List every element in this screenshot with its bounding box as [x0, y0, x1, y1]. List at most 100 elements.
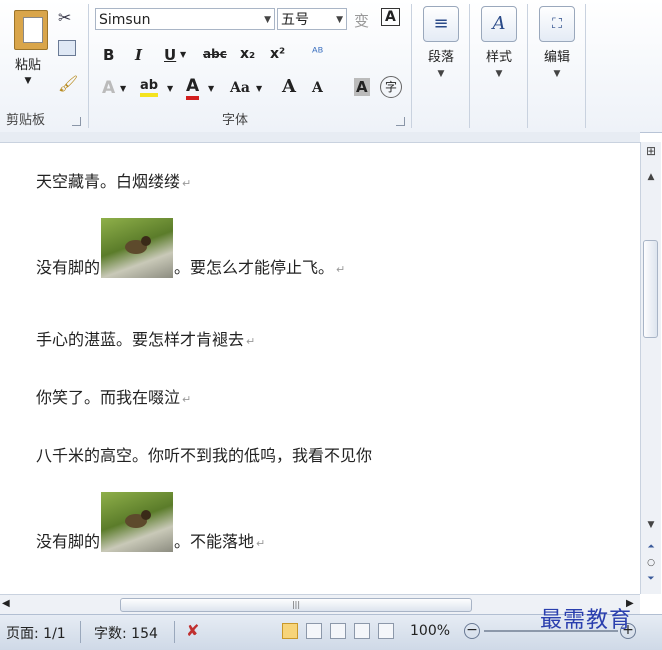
- subscript-button[interactable]: x₂: [240, 46, 255, 62]
- group-divider: [469, 4, 470, 128]
- status-divider: [174, 621, 175, 643]
- scroll-up-button[interactable]: ▲: [643, 170, 659, 184]
- paste-icon: [14, 10, 48, 50]
- editing-label: 编辑: [543, 50, 570, 65]
- styles-icon: A: [481, 6, 517, 42]
- font-name-combo[interactable]: Simsun ▼: [95, 8, 275, 30]
- document-paragraph[interactable]: 八千米的高空。你听不到我的低呜，我看不见你: [36, 442, 412, 466]
- paragraph-mark: ↵: [182, 393, 192, 406]
- chevron-down-icon: ▼: [437, 69, 445, 79]
- styles-label: 样式: [485, 50, 512, 65]
- chevron-down-icon[interactable]: ▼: [256, 84, 262, 93]
- character-border-icon[interactable]: A: [381, 8, 400, 26]
- group-divider: [88, 4, 89, 128]
- bird-image[interactable]: [101, 492, 174, 552]
- chevron-down-icon: ▼: [553, 69, 561, 79]
- editing-button[interactable]: ⛶ 编辑 ▼: [529, 4, 585, 90]
- web-layout-icon[interactable]: [330, 623, 346, 639]
- spell-check-icon[interactable]: ✘: [186, 621, 199, 640]
- paragraph-text: 八千米的高空。你听不到我的低呜，我看不见你: [36, 446, 373, 465]
- zoom-level[interactable]: 100%: [410, 623, 450, 639]
- paragraph-mark: ↵: [336, 263, 346, 276]
- group-divider: [527, 4, 528, 128]
- chevron-down-icon: ▼: [264, 15, 271, 25]
- paragraph-text: 。不能落地: [174, 532, 255, 551]
- vertical-scroll-thumb[interactable]: [643, 240, 658, 338]
- draft-icon[interactable]: [378, 623, 394, 639]
- paragraph-text: 没有脚的: [36, 258, 101, 277]
- paragraph-button[interactable]: ≡ 段落 ▼: [413, 4, 469, 90]
- document-paragraph[interactable]: 天空藏青。白烟缕缕 ↵: [36, 168, 191, 192]
- watermark-logo: 最需教育: [540, 608, 633, 633]
- paragraph-mark: ↵: [182, 177, 192, 190]
- next-page-button[interactable]: ⏷: [643, 572, 659, 586]
- clipboard-group-label: 剪贴板: [6, 113, 46, 128]
- cut-icon[interactable]: ✂: [58, 8, 71, 27]
- paragraph-mark: ↵: [256, 537, 266, 550]
- clear-formatting-icon[interactable]: ᴬᴮ: [312, 46, 323, 61]
- chevron-down-icon[interactable]: ▼: [120, 84, 126, 93]
- chevron-down-icon: ▼: [24, 76, 32, 86]
- bird-image[interactable]: [101, 218, 174, 278]
- ruler-toggle-icon[interactable]: ⊞: [643, 144, 659, 158]
- page-indicator[interactable]: 页面: 1/1: [6, 623, 66, 643]
- scroll-left-button[interactable]: ◀: [2, 598, 10, 609]
- font-dialog-launcher[interactable]: [396, 117, 405, 126]
- change-case-button[interactable]: Aa: [230, 80, 250, 96]
- document-paragraph[interactable]: 你笑了。而我在啜泣 ↵: [36, 384, 191, 408]
- copy-icon[interactable]: [58, 40, 76, 56]
- paragraph-mark: ↵: [246, 335, 256, 348]
- horizontal-scroll-thumb[interactable]: |||: [120, 598, 472, 612]
- find-icon: ⛶: [539, 6, 575, 42]
- ribbon: 粘贴 ▼ ✂ 🖌 剪贴板 Simsun ▼ 五号 ▼ 变 A B I U ▼ a…: [0, 0, 662, 133]
- outline-icon[interactable]: [354, 623, 370, 639]
- font-name-value: Simsun: [99, 12, 151, 28]
- full-screen-icon[interactable]: [306, 623, 322, 639]
- paragraph-text: 你笑了。而我在啜泣: [36, 388, 181, 407]
- styles-button[interactable]: A 样式 ▼: [471, 4, 527, 90]
- scroll-down-button[interactable]: ▼: [643, 518, 659, 532]
- paragraph-text: 手心的湛蓝。要怎样才肯褪去: [36, 330, 245, 349]
- highlight-button[interactable]: ab: [140, 78, 159, 97]
- italic-button[interactable]: I: [135, 46, 142, 64]
- document-paragraph[interactable]: 手心的湛蓝。要怎样才肯褪去 ↵: [36, 326, 255, 350]
- underline-button[interactable]: U: [164, 46, 176, 64]
- chevron-down-icon[interactable]: ▼: [167, 84, 173, 93]
- font-size-combo[interactable]: 五号 ▼: [277, 8, 347, 30]
- status-divider: [80, 621, 81, 643]
- chevron-down-icon[interactable]: ▼: [180, 50, 186, 59]
- character-shading-button[interactable]: A: [354, 78, 370, 96]
- paragraph-text: 。要怎么才能停止飞。: [174, 258, 335, 277]
- format-painter-icon[interactable]: 🖌: [58, 74, 78, 93]
- select-browse-object-button[interactable]: ○: [643, 556, 659, 570]
- superscript-button[interactable]: x²: [270, 46, 285, 62]
- bold-button[interactable]: B: [103, 46, 114, 64]
- vertical-scrollbar[interactable]: ⊞ ▲ ▼ ⏶ ○ ⏷: [640, 142, 661, 594]
- zoom-out-icon[interactable]: −: [464, 623, 480, 639]
- enclose-characters-button[interactable]: 字: [380, 76, 402, 98]
- paragraph-icon: ≡: [423, 6, 459, 42]
- chevron-down-icon: ▼: [495, 69, 503, 79]
- document-paragraph[interactable]: 没有脚的 。不能落地 ↵: [36, 492, 265, 552]
- ruler: [0, 132, 640, 143]
- print-layout-icon[interactable]: [282, 623, 298, 639]
- text-effects-button[interactable]: A: [102, 78, 115, 98]
- paste-label: 粘贴: [14, 58, 41, 73]
- font-size-value: 五号: [281, 12, 309, 28]
- phonetic-guide-icon[interactable]: 变: [354, 10, 369, 31]
- strikethrough-button[interactable]: abc: [203, 47, 227, 61]
- chevron-down-icon: ▼: [336, 15, 343, 25]
- paste-button[interactable]: 粘贴 ▼: [4, 4, 50, 92]
- document-paragraph[interactable]: 没有脚的 。要怎么才能停止飞。 ↵: [36, 218, 345, 278]
- previous-page-button[interactable]: ⏶: [643, 540, 659, 554]
- chevron-down-icon[interactable]: ▼: [208, 84, 214, 93]
- clipboard-dialog-launcher[interactable]: [72, 117, 81, 126]
- group-divider: [585, 4, 586, 128]
- shrink-font-button[interactable]: A: [312, 80, 323, 96]
- font-color-button[interactable]: A: [186, 76, 200, 100]
- group-divider: [411, 4, 412, 128]
- grow-font-button[interactable]: A: [282, 76, 296, 97]
- paragraph-text: 没有脚的: [36, 532, 101, 551]
- paragraph-label: 段落: [427, 50, 454, 65]
- word-count[interactable]: 字数: 154: [94, 623, 158, 643]
